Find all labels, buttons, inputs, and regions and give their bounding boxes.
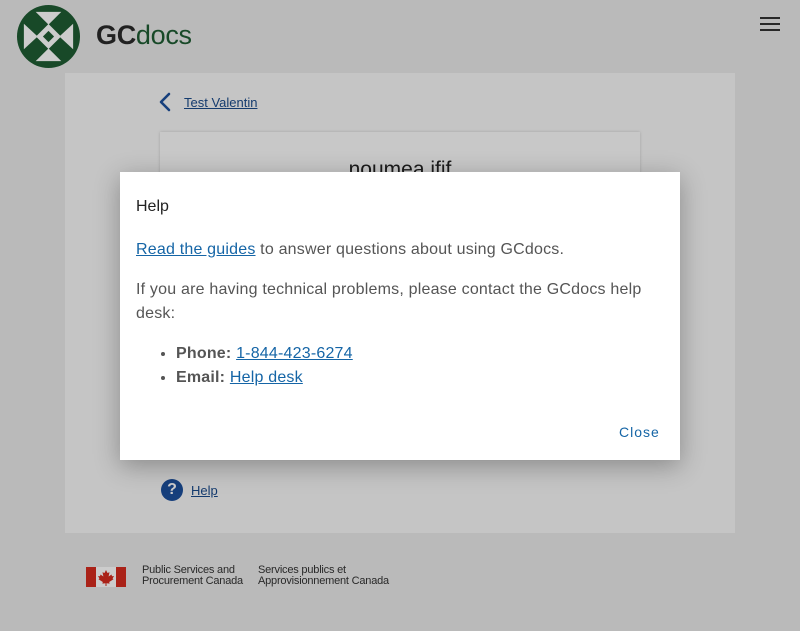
page: GCdocs Test Valentin noumea ifif ? Help …	[0, 0, 800, 631]
help-dialog: Help Read the guides to answer questions…	[120, 172, 680, 460]
contact-list: Phone: 1-844-423-6274 Email: Help desk	[136, 342, 666, 390]
contact-phone: Phone: 1-844-423-6274	[176, 342, 666, 366]
dialog-title: Help	[136, 198, 169, 215]
dialog-body: Read the guides to answer questions abou…	[136, 238, 666, 390]
guides-paragraph: Read the guides to answer questions abou…	[136, 241, 565, 258]
problems-paragraph: If you are having technical problems, pl…	[136, 281, 642, 322]
contact-email: Email: Help desk	[176, 366, 666, 390]
phone-link[interactable]: 1-844-423-6274	[236, 345, 353, 362]
help-desk-link[interactable]: Help desk	[230, 369, 303, 386]
read-guides-link[interactable]: Read the guides	[136, 241, 256, 258]
close-button[interactable]: Close	[619, 424, 660, 440]
